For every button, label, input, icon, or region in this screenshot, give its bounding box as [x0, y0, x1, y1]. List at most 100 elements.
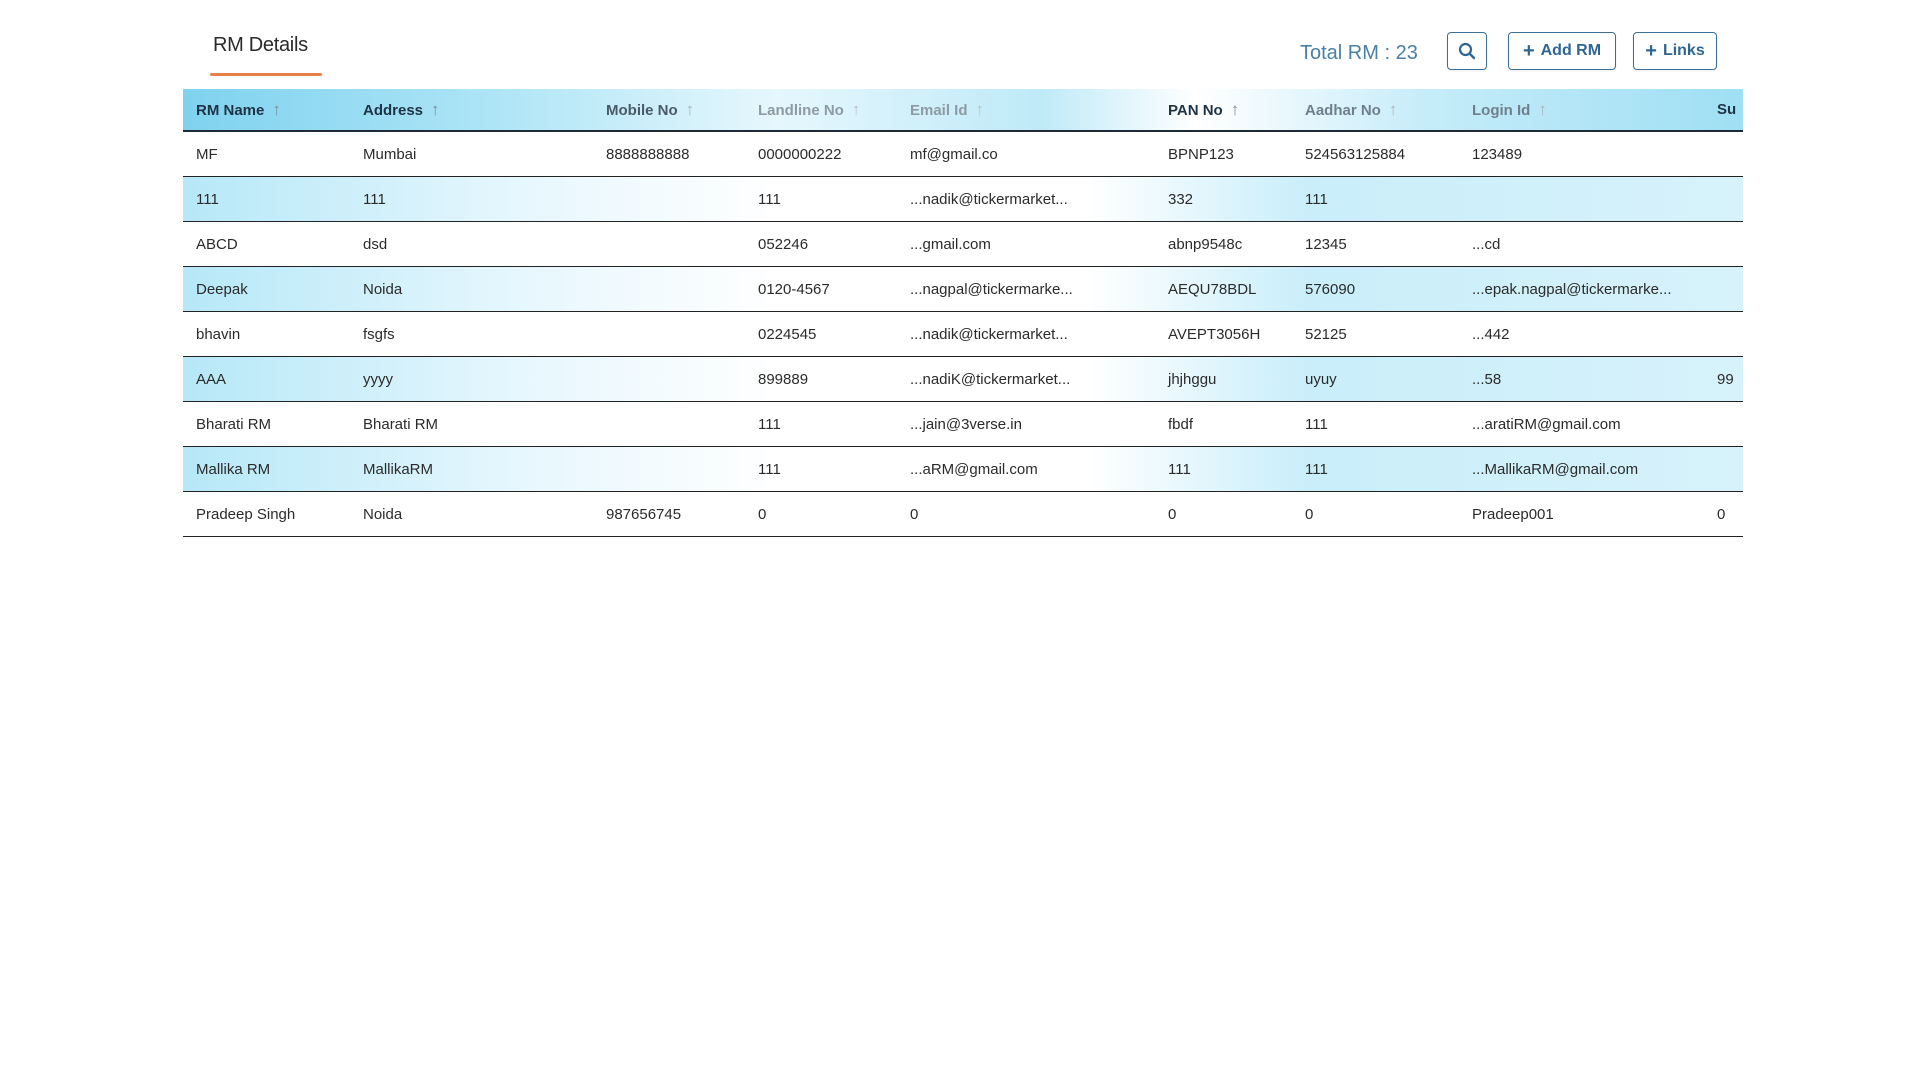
- cell-landline-no: 052246: [745, 221, 897, 267]
- cell-su: 99: [1717, 356, 1743, 402]
- plus-icon: +: [1522, 40, 1535, 62]
- sort-arrow-up-icon[interactable]: ↑: [272, 100, 281, 120]
- cell-aadhar-no: 12345: [1292, 221, 1459, 267]
- sort-arrow-up-icon[interactable]: ↑: [1389, 100, 1398, 120]
- sort-arrow-up-icon[interactable]: ↑: [852, 100, 861, 120]
- column-header-aadhar-no[interactable]: Aadhar No ↑: [1292, 89, 1459, 132]
- cell-login-id: 123489: [1459, 131, 1717, 177]
- cell-address: MallikaRM: [350, 446, 593, 492]
- cell-address: Noida: [350, 491, 593, 537]
- plus-icon: +: [1645, 40, 1657, 62]
- cell-login-id: [1459, 176, 1717, 222]
- column-header-email-id[interactable]: Email Id ↑: [897, 89, 1155, 132]
- cell-rm-name: 111: [183, 176, 350, 222]
- cell-email-id: ...gmail.com: [897, 221, 1155, 267]
- cell-email-id: ...jain@3verse.in: [897, 401, 1155, 447]
- cell-pan-no: AEQU78BDL: [1155, 266, 1292, 312]
- column-header-su[interactable]: Su: [1717, 89, 1743, 132]
- table-row[interactable]: AAA yyyy 899889 ...nadiK@tickermarket...…: [183, 356, 1743, 402]
- cell-landline-no: 0: [745, 491, 897, 537]
- cell-landline-no: 111: [745, 176, 897, 222]
- cell-login-id: ...MallikaRM@gmail.com: [1459, 446, 1717, 492]
- cell-pan-no: jhjhggu: [1155, 356, 1292, 402]
- cell-rm-name: AAA: [183, 356, 350, 402]
- cell-mobile-no: [593, 401, 745, 447]
- cell-rm-name: MF: [183, 131, 350, 177]
- column-header-landline-no[interactable]: Landline No ↑: [745, 89, 897, 132]
- cell-su: [1717, 446, 1743, 492]
- cell-aadhar-no: uyuy: [1292, 356, 1459, 402]
- table-row[interactable]: MF Mumbai 8888888888 0000000222 mf@gmail…: [183, 131, 1743, 177]
- column-header-pan-no[interactable]: PAN No ↑: [1155, 89, 1292, 132]
- column-header-rm-name[interactable]: RM Name ↑: [183, 89, 350, 132]
- cell-login-id: ...aratiRM@gmail.com: [1459, 401, 1717, 447]
- cell-landline-no: 0000000222: [745, 131, 897, 177]
- table-row[interactable]: Pradeep Singh Noida 987656745 0 0 0 0 Pr…: [183, 491, 1743, 537]
- sort-arrow-up-icon[interactable]: ↑: [1231, 100, 1240, 120]
- cell-pan-no: abnp9548c: [1155, 221, 1292, 267]
- cell-mobile-no: [593, 221, 745, 267]
- cell-aadhar-no: 576090: [1292, 266, 1459, 312]
- column-header-login-id[interactable]: Login Id ↑: [1459, 89, 1717, 132]
- cell-address: Noida: [350, 266, 593, 312]
- table-row[interactable]: Mallika RM MallikaRM 111 ...aRM@gmail.co…: [183, 446, 1743, 492]
- cell-rm-name: Mallika RM: [183, 446, 350, 492]
- table-row[interactable]: ABCD dsd 052246 ...gmail.com abnp9548c 1…: [183, 221, 1743, 267]
- cell-email-id: ...nadiK@tickermarket...: [897, 356, 1155, 402]
- cell-login-id: ...58: [1459, 356, 1717, 402]
- cell-aadhar-no: 524563125884: [1292, 131, 1459, 177]
- cell-su: [1717, 401, 1743, 447]
- cell-rm-name: bhavin: [183, 311, 350, 357]
- cell-aadhar-no: 111: [1292, 176, 1459, 222]
- table-row[interactable]: bhavin fsgfs 0224545 ...nadik@tickermark…: [183, 311, 1743, 357]
- search-button[interactable]: [1447, 32, 1487, 70]
- sort-arrow-up-icon[interactable]: ↑: [686, 100, 695, 120]
- cell-email-id: ...nadik@tickermarket...: [897, 311, 1155, 357]
- cell-email-id: ...aRM@gmail.com: [897, 446, 1155, 492]
- table-header-row: RM Name ↑ Address ↑ Mobile No ↑ Landline No…: [183, 89, 1743, 132]
- links-label: Links: [1662, 42, 1705, 59]
- cell-landline-no: 899889: [745, 356, 897, 402]
- tab-active-indicator: [210, 73, 322, 76]
- cell-landline-no: 111: [745, 446, 897, 492]
- cell-login-id: ...cd: [1459, 221, 1717, 267]
- table-row[interactable]: Deepak Noida 0120-4567 ...nagpal@tickerm…: [183, 266, 1743, 312]
- cell-login-id: Pradeep001: [1459, 491, 1717, 537]
- sort-arrow-up-icon[interactable]: ↑: [1538, 100, 1547, 120]
- sort-arrow-up-icon[interactable]: ↑: [976, 100, 985, 120]
- cell-rm-name: Pradeep Singh: [183, 491, 350, 537]
- cell-aadhar-no: 52125: [1292, 311, 1459, 357]
- cell-aadhar-no: 111: [1292, 401, 1459, 447]
- cell-email-id: ...nagpal@tickermarke...: [897, 266, 1155, 312]
- tab-rm-details[interactable]: RM Details: [210, 30, 322, 78]
- cell-login-id: ...epak.nagpal@tickermarke...: [1459, 266, 1717, 312]
- total-rm-count: Total RM : 23: [1300, 42, 1418, 64]
- cell-address: yyyy: [350, 356, 593, 402]
- table-row[interactable]: 111 111 111 ...nadik@tickermarket... 332…: [183, 176, 1743, 222]
- cell-mobile-no: [593, 356, 745, 402]
- cell-rm-name: Deepak: [183, 266, 350, 312]
- search-icon: [1458, 42, 1476, 60]
- cell-pan-no: 111: [1155, 446, 1292, 492]
- cell-su: [1717, 311, 1743, 357]
- add-rm-button[interactable]: + Add RM: [1508, 32, 1616, 70]
- column-header-address[interactable]: Address ↑: [350, 89, 593, 132]
- sort-arrow-up-icon[interactable]: ↑: [431, 100, 440, 120]
- links-button[interactable]: + Links: [1633, 32, 1717, 70]
- cell-su: 0: [1717, 491, 1743, 537]
- cell-aadhar-no: 111: [1292, 446, 1459, 492]
- cell-pan-no: fbdf: [1155, 401, 1292, 447]
- cell-pan-no: AVEPT3056H: [1155, 311, 1292, 357]
- cell-su: [1717, 221, 1743, 267]
- table-row[interactable]: Bharati RM Bharati RM 111 ...jain@3verse…: [183, 401, 1743, 447]
- cell-pan-no: 0: [1155, 491, 1292, 537]
- cell-mobile-no: [593, 311, 745, 357]
- cell-address: fsgfs: [350, 311, 593, 357]
- column-header-mobile-no[interactable]: Mobile No ↑: [593, 89, 745, 132]
- cell-pan-no: BPNP123: [1155, 131, 1292, 177]
- add-rm-label: Add RM: [1540, 42, 1602, 59]
- cell-mobile-no: [593, 446, 745, 492]
- cell-email-id: 0: [897, 491, 1155, 537]
- cell-rm-name: Bharati RM: [183, 401, 350, 447]
- cell-su: [1717, 176, 1743, 222]
